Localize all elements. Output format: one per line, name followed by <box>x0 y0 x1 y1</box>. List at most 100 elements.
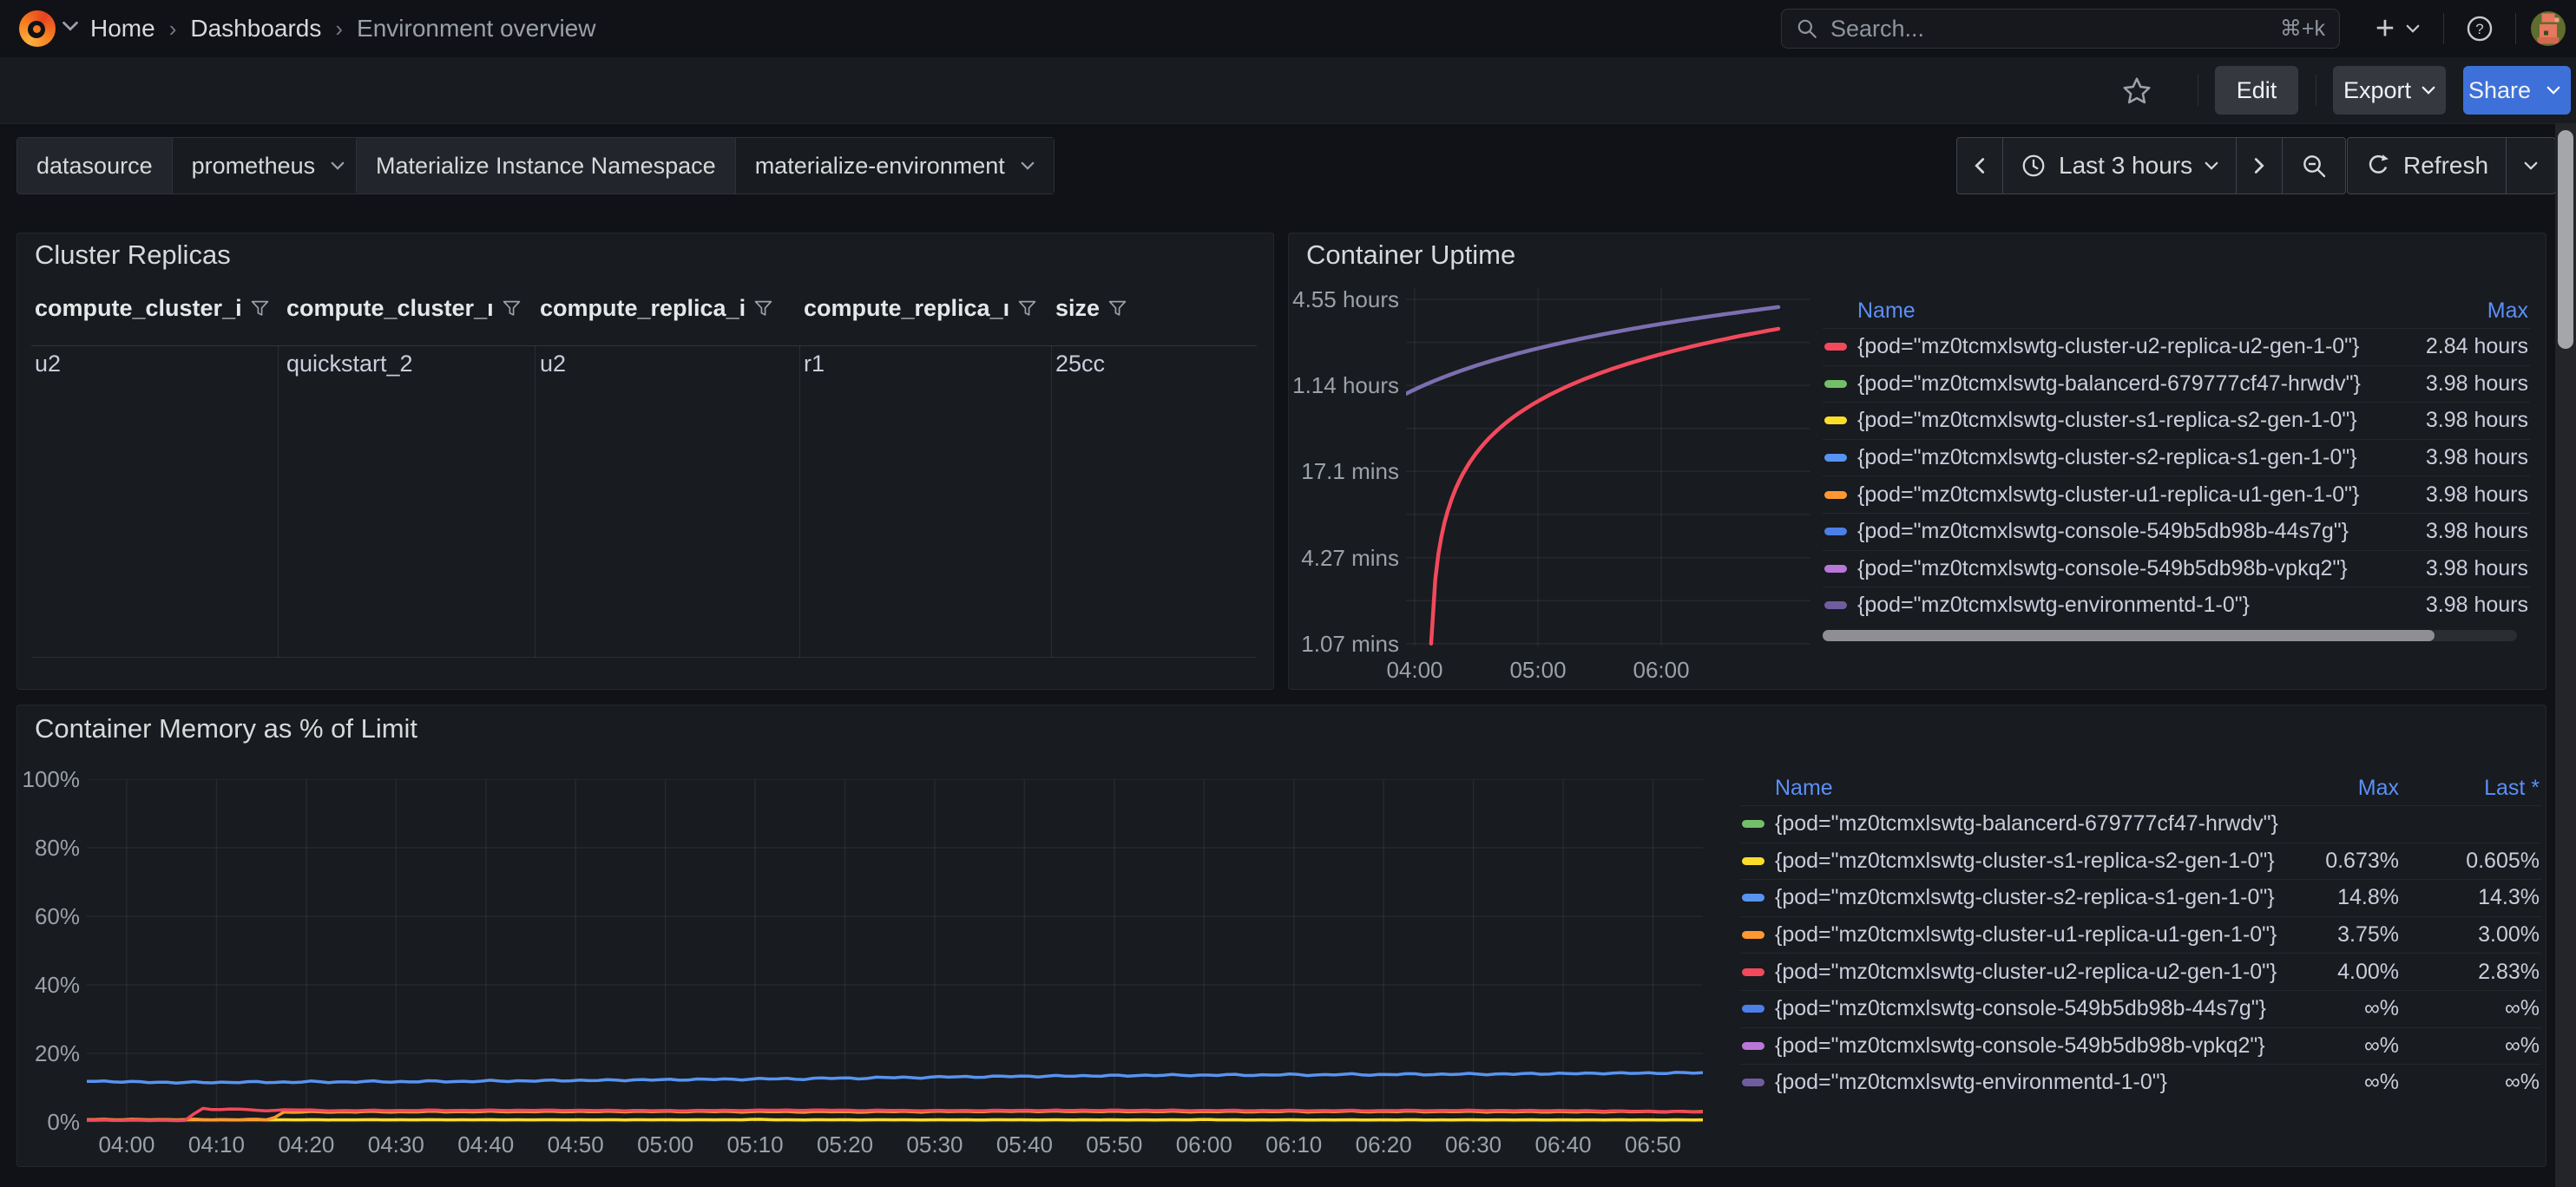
table-column-header-compute_cluster_i[interactable]: compute_cluster_i <box>35 295 269 322</box>
memory-y-tick-label: 60% <box>10 902 80 930</box>
add-new-button[interactable]: + <box>2366 12 2404 45</box>
legend-horizontal-scrollbar[interactable] <box>1823 630 2517 641</box>
help-icon[interactable]: ? <box>2465 14 2494 43</box>
table-column-header-size[interactable]: size <box>1055 295 1127 322</box>
panel-title-cluster-replicas[interactable]: Cluster Replicas <box>35 239 231 271</box>
zoom-out-time-button[interactable] <box>2282 138 2345 193</box>
table-column-divider <box>799 345 800 658</box>
variable-datasource-picker[interactable]: prometheus <box>173 138 365 193</box>
legend-series-name[interactable]: {pod="mz0tcmxlswtg-console-549b5db98b-44… <box>1857 519 2388 544</box>
legend-scrollbar-thumb[interactable] <box>1823 630 2435 641</box>
memory-x-tick-label: 04:10 <box>173 1131 260 1158</box>
search-input[interactable] <box>1829 15 2270 43</box>
legend-row: {pod="mz0tcmxlswtg-cluster-u1-replica-u1… <box>1823 475 2530 513</box>
legend-value-last: ∞% <box>2409 1033 2540 1059</box>
legend-row: {pod="mz0tcmxlswtg-cluster-u2-replica-u2… <box>1823 328 2530 365</box>
edit-button[interactable]: Edit <box>2215 66 2298 115</box>
legend-series-name[interactable]: {pod="mz0tcmxlswtg-cluster-s1-replica-s2… <box>1857 408 2388 433</box>
legend-series-name[interactable]: {pod="mz0tcmxlswtg-cluster-s2-replica-s1… <box>1775 885 2293 910</box>
filter-icon[interactable] <box>503 300 521 317</box>
legend-row: {pod="mz0tcmxlswtg-cluster-s2-replica-s1… <box>1823 439 2530 476</box>
panel-title-container-memory[interactable]: Container Memory as % of Limit <box>35 713 417 744</box>
series-color-swatch <box>1824 601 1847 609</box>
breadcrumb-dashboards[interactable]: Dashboards <box>190 15 321 43</box>
legend-value-max: 3.98 hours <box>2398 519 2528 544</box>
legend-series-name[interactable]: {pod="mz0tcmxlswtg-cluster-u2-replica-u2… <box>1857 334 2388 359</box>
legend-series-name[interactable]: {pod="mz0tcmxlswtg-cluster-u1-replica-u1… <box>1857 482 2388 508</box>
time-shift-back-button[interactable] <box>1957 138 2002 193</box>
column-header-label: compute_cluster_i <box>35 295 242 322</box>
legend-header: Name Max <box>1823 293 2530 328</box>
legend-header-name[interactable]: Name <box>1857 298 2388 324</box>
legend-header-max[interactable]: Max <box>2303 776 2399 801</box>
org-chevron-down-icon[interactable] <box>62 21 78 31</box>
legend-series-name[interactable]: {pod="mz0tcmxlswtg-console-549b5db98b-44… <box>1775 996 2293 1021</box>
series-color-swatch <box>1824 528 1847 535</box>
memory-series-line <box>87 1119 1702 1120</box>
time-shift-forward-button[interactable] <box>2236 138 2282 193</box>
legend-header-name[interactable]: Name <box>1775 776 2293 801</box>
legend-series-name[interactable]: {pod="mz0tcmxlswtg-cluster-s2-replica-s1… <box>1857 445 2388 470</box>
memory-x-tick-label: 06:00 <box>1160 1131 1247 1158</box>
series-color-swatch <box>1824 343 1847 351</box>
uptime-y-tick-label: 4.27 mins <box>1260 544 1399 572</box>
legend-series-name[interactable]: {pod="mz0tcmxlswtg-environmentd-1-0"} <box>1857 593 2388 618</box>
legend-series-name[interactable]: {pod="mz0tcmxlswtg-console-549b5db98b-vp… <box>1857 556 2388 581</box>
breadcrumb-home[interactable]: Home <box>90 15 155 43</box>
filter-icon[interactable] <box>754 300 772 317</box>
memory-series-line <box>87 1072 1702 1083</box>
legend-value-max: ∞% <box>2303 1033 2399 1059</box>
memory-x-tick-label: 04:00 <box>83 1131 170 1158</box>
variable-namespace-picker[interactable]: materialize-environment <box>736 138 1054 193</box>
chevron-down-icon <box>2524 161 2538 170</box>
uptime-x-tick-label: 04:00 <box>1371 657 1458 684</box>
legend-value-max: 3.98 hours <box>2398 371 2528 397</box>
series-color-swatch <box>1742 1079 1764 1086</box>
legend-series-name[interactable]: {pod="mz0tcmxlswtg-console-549b5db98b-vp… <box>1775 1033 2293 1059</box>
page-scrollbar-thumb[interactable] <box>2558 130 2573 349</box>
panel-title-container-uptime[interactable]: Container Uptime <box>1306 239 1515 271</box>
table-column-header-compute_replica_i[interactable]: compute_replica_i <box>540 295 772 322</box>
search-shortcut-badge: ⌘+k <box>2280 16 2325 42</box>
uptime-y-tick-label: 1.07 mins <box>1260 630 1399 658</box>
legend-series-name[interactable]: {pod="mz0tcmxlswtg-balancerd-679777cf47-… <box>1775 811 2293 836</box>
add-new-chevron-down-icon[interactable] <box>2406 24 2420 33</box>
user-avatar[interactable] <box>2531 11 2566 46</box>
refresh-button-label: Refresh <box>2403 152 2488 180</box>
legend-series-name[interactable]: {pod="mz0tcmxlswtg-cluster-u1-replica-u1… <box>1775 922 2293 948</box>
grafana-logo[interactable] <box>19 10 56 47</box>
dashboard-toolbar <box>0 57 2576 124</box>
table-column-header-compute_replica_ı[interactable]: compute_replica_ı <box>804 295 1036 322</box>
export-button[interactable]: Export <box>2333 66 2446 115</box>
legend-value-max: ∞% <box>2303 996 2399 1021</box>
series-color-swatch <box>1742 894 1764 902</box>
legend-series-name[interactable]: {pod="mz0tcmxlswtg-cluster-s1-replica-s2… <box>1775 849 2293 874</box>
table-column-header-compute_cluster_ı[interactable]: compute_cluster_ı <box>286 295 521 322</box>
share-chevron-down-button[interactable] <box>2536 66 2571 115</box>
refresh-button[interactable]: Refresh <box>2348 138 2506 193</box>
legend-header-last[interactable]: Last * <box>2409 776 2540 801</box>
legend-row: {pod="mz0tcmxlswtg-cluster-s1-replica-s2… <box>1823 402 2530 439</box>
legend-row: {pod="mz0tcmxlswtg-console-549b5db98b-vp… <box>1823 550 2530 587</box>
search-bar[interactable]: ⌘+k <box>1781 9 2340 49</box>
filter-icon[interactable] <box>1018 300 1036 317</box>
legend-row: {pod="mz0tcmxlswtg-environmentd-1-0"}∞%∞… <box>1740 1064 2541 1101</box>
legend-series-name[interactable]: {pod="mz0tcmxlswtg-balancerd-679777cf47-… <box>1857 371 2388 397</box>
filter-icon[interactable] <box>1108 300 1127 317</box>
time-range-picker[interactable]: Last 3 hours <box>2002 138 2236 193</box>
legend-series-name[interactable]: {pod="mz0tcmxlswtg-environmentd-1-0"} <box>1775 1070 2293 1095</box>
legend-header-max[interactable]: Max <box>2398 298 2528 324</box>
memory-chart[interactable] <box>87 779 1703 1123</box>
variable-datasource-value: prometheus <box>192 153 316 180</box>
search-icon <box>1796 17 1818 40</box>
legend-series-name[interactable]: {pod="mz0tcmxlswtg-cluster-u2-replica-u2… <box>1775 960 2293 985</box>
share-button[interactable]: Share <box>2463 66 2536 115</box>
refresh-interval-button[interactable] <box>2506 138 2555 193</box>
uptime-chart[interactable] <box>1406 288 1810 646</box>
legend-row: {pod="mz0tcmxlswtg-cluster-u2-replica-u2… <box>1740 953 2541 990</box>
refresh-icon <box>2365 153 2391 179</box>
breadcrumb-separator-icon: › <box>321 16 357 43</box>
star-dashboard-icon[interactable] <box>2121 75 2152 107</box>
legend-row: {pod="mz0tcmxlswtg-balancerd-679777cf47-… <box>1823 365 2530 403</box>
filter-icon[interactable] <box>251 300 269 317</box>
